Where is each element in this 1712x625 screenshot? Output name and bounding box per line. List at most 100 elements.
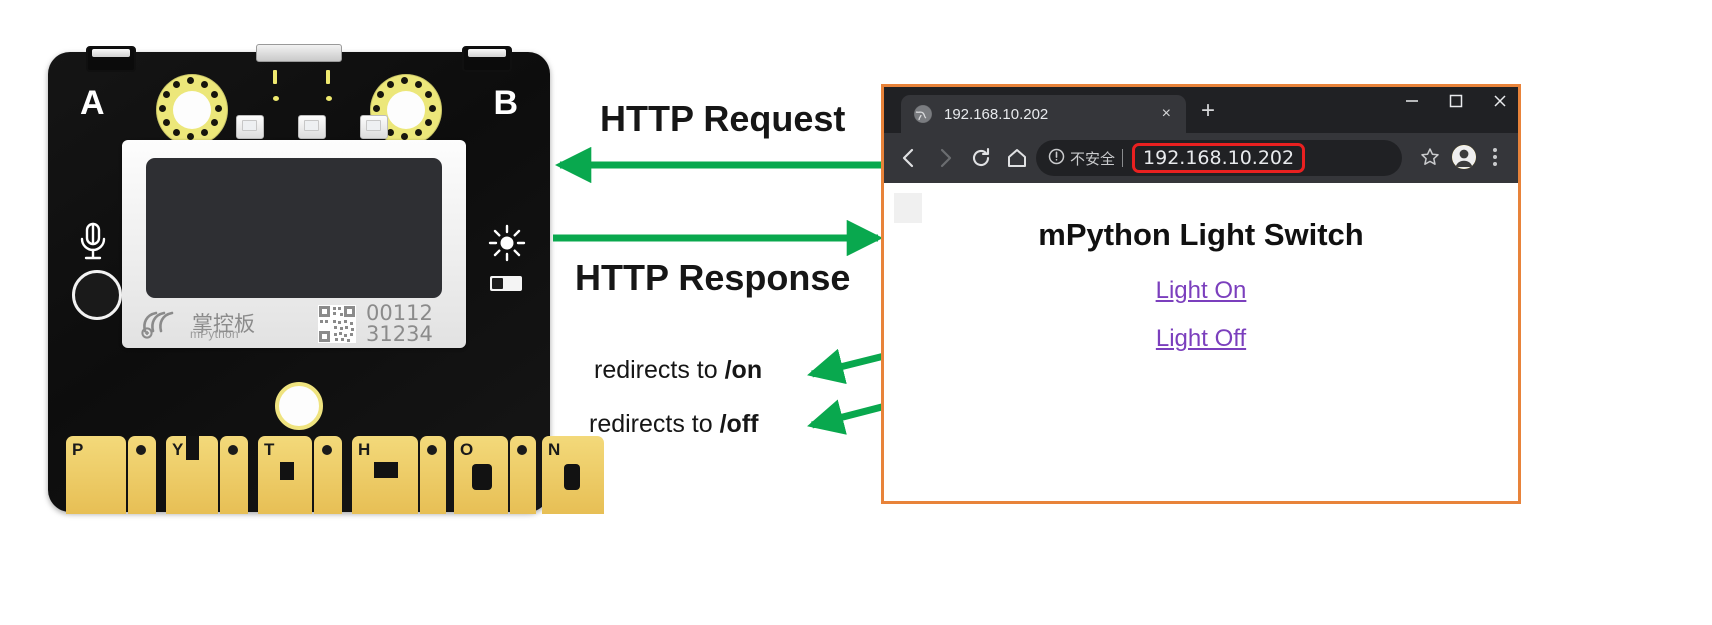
kebab-menu-icon[interactable] (1486, 145, 1504, 169)
security-status[interactable]: 不安全 (1048, 148, 1115, 169)
pad-dot (425, 91, 432, 98)
forward-icon[interactable] (934, 147, 956, 169)
omnibox-separator (1122, 149, 1124, 167)
diagram-stage: A B 掌控板 mPython 00112 31234 P Y T H O N … (0, 0, 1712, 625)
board-serial: 00112 31234 (366, 303, 433, 345)
pad-dot (201, 129, 208, 136)
home-icon[interactable] (1006, 147, 1028, 169)
gold-letter: H (358, 440, 371, 459)
brightness-icon (488, 224, 526, 262)
gold-pad-t-tail (314, 436, 342, 514)
reload-icon[interactable] (970, 147, 992, 169)
gold-pad-h: H (352, 436, 418, 514)
redirect-on-label: redirects to /on (594, 356, 762, 385)
close-window-icon[interactable] (1492, 93, 1508, 109)
close-icon[interactable]: × (1162, 106, 1171, 122)
mpython-logo-icon (140, 309, 186, 339)
gold-pad-y-tail (220, 436, 248, 514)
board-silkscreen: 掌控板 mPython 00112 31234 (122, 300, 466, 348)
pad-dot (187, 77, 194, 84)
edge-clip-right (462, 46, 512, 72)
redirect-off-path: /off (719, 410, 759, 438)
gold-pin-row: P Y T H O N (66, 432, 604, 514)
gold-letter: P (72, 440, 84, 459)
led-mark (273, 96, 279, 101)
pad-dot (401, 133, 408, 140)
broken-image-placeholder (894, 193, 922, 223)
light-off-link[interactable]: Light Off (884, 325, 1518, 353)
pad-dot (163, 91, 170, 98)
window-controls (1404, 93, 1508, 109)
redirect-on-path: /on (724, 356, 763, 384)
web-page: mPython Light Switch Light On Light Off (884, 183, 1518, 501)
page-title: mPython Light Switch (1038, 217, 1364, 252)
home-button[interactable] (275, 382, 323, 430)
gold-pad-o-tail (510, 436, 536, 514)
star-icon[interactable] (1420, 147, 1440, 167)
back-icon[interactable] (898, 147, 920, 169)
led-mark (273, 70, 277, 84)
led-mark (326, 70, 330, 84)
url-text[interactable]: 192.168.10.202 (1132, 143, 1306, 173)
led-mark (326, 96, 332, 101)
pad-dot (387, 129, 394, 136)
serial-line-1: 00112 (366, 301, 433, 325)
touchpad-left[interactable] (156, 74, 228, 146)
pad-dot (415, 129, 422, 136)
security-label: 不安全 (1070, 149, 1116, 168)
usb-connector (256, 44, 342, 62)
pad-dot (173, 129, 180, 136)
pad-dot (215, 105, 222, 112)
link-list: Light On Light Off (884, 277, 1518, 353)
pad-dot (429, 105, 436, 112)
globe-icon (914, 105, 932, 123)
slider-icon (490, 276, 522, 291)
touchpad-hole (173, 91, 211, 129)
avatar[interactable] (1452, 145, 1476, 169)
gold-dot (427, 445, 437, 455)
browser-chrome: 192.168.10.202 × + 不安全 192.168.10.202 (884, 87, 1518, 183)
gold-dot (228, 445, 238, 455)
button-b-label: B (493, 84, 518, 122)
new-tab-button[interactable]: + (1201, 99, 1215, 123)
gold-pad-o: O (454, 436, 508, 514)
board-brand-en: mPython (190, 327, 239, 341)
gold-pad-y: Y (166, 436, 218, 514)
touchpad-hole (387, 91, 425, 129)
pad-dot (159, 105, 166, 112)
mpython-board: A B 掌控板 mPython 00112 31234 P Y T H O N (48, 44, 604, 514)
browser-window: 192.168.10.202 × + 不安全 192.168.10.202 mP… (881, 84, 1521, 504)
gold-pad-p: P (66, 436, 126, 514)
tab-title: 192.168.10.202 (944, 105, 1049, 123)
address-bar[interactable]: 不安全 192.168.10.202 (1036, 140, 1402, 176)
pad-dot (401, 77, 408, 84)
minimize-icon[interactable] (1404, 93, 1420, 109)
light-on-link[interactable]: Light On (884, 277, 1518, 305)
microphone-icon (76, 220, 110, 262)
qr-code-icon (318, 305, 356, 343)
pad-dot (377, 91, 384, 98)
pad-dot (211, 119, 218, 126)
pad-dot (163, 119, 170, 126)
maximize-icon[interactable] (1448, 93, 1464, 109)
gold-pad-p-tail (128, 436, 156, 514)
gold-letter: N (548, 440, 561, 459)
redirect-off-text: redirects to (589, 410, 720, 438)
oled-display (146, 158, 442, 298)
browser-toolbar: 不安全 192.168.10.202 (884, 133, 1518, 183)
tab-strip: 192.168.10.202 × + (884, 87, 1518, 133)
gold-dot (517, 445, 527, 455)
pad-dot (173, 81, 180, 88)
rgb-led (236, 115, 264, 139)
pad-dot (211, 91, 218, 98)
pad-dot (201, 81, 208, 88)
browser-tab[interactable]: 192.168.10.202 × (901, 95, 1186, 133)
pad-dot (387, 81, 394, 88)
pad-dot (415, 81, 422, 88)
gold-letter: T (264, 440, 275, 459)
rgb-led (360, 115, 388, 139)
button-a-label: A (80, 84, 105, 122)
http-response-label: HTTP Response (575, 257, 851, 298)
pad-dot (425, 119, 432, 126)
light-sensor-icon (72, 270, 122, 320)
